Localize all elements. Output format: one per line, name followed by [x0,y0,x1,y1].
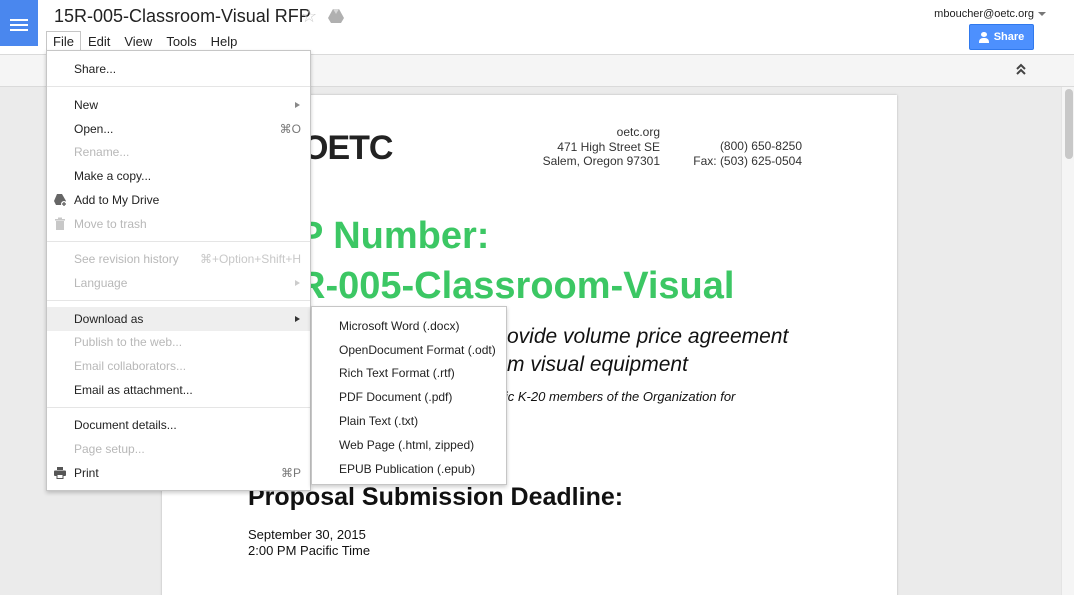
menu-item-new[interactable]: New [47,93,310,117]
download-docx[interactable]: Microsoft Word (.docx) [312,314,506,338]
menu-item-label: Email collaborators... [74,359,187,373]
menu-item-add-to-drive[interactable]: Add to My Drive [47,188,310,212]
menu-item-make-copy[interactable]: Make a copy... [47,164,310,188]
menu-item-move-to-trash: Move to trash [47,212,310,236]
rfp-heading-line1: P Number: [298,215,490,257]
menu-item-label: See revision history [74,252,179,266]
menu-item-open[interactable]: Open... ⌘O [47,117,310,141]
menu-tools[interactable]: Tools [159,31,203,51]
collapse-chevron-icon[interactable] [1015,63,1027,75]
share-button[interactable]: Share [969,24,1034,50]
vertical-scrollbar[interactable] [1061,87,1074,595]
menu-separator [47,407,310,408]
drive-folder-icon[interactable] [328,9,344,23]
body-text-line: lic K-20 members of the Organization for [502,389,736,404]
menu-item-download-as[interactable]: Download as [47,307,310,331]
menu-file[interactable]: File [46,31,81,51]
app-header: 15R-005-Classroom-Visual RFP ☆ File Edit… [0,0,1074,55]
download-odt[interactable]: OpenDocument Format (.odt) [312,338,506,362]
share-label: Share [993,31,1025,43]
star-icon[interactable]: ☆ [301,6,317,27]
menu-item-label: Document details... [74,418,177,432]
menu-item-label: Move to trash [74,217,147,231]
account-caret-icon[interactable] [1038,12,1046,16]
address-website: oetc.org [616,125,660,139]
menu-item-label: Email as attachment... [74,383,193,397]
menu-item-label: Make a copy... [74,169,152,183]
menu-item-print[interactable]: Print ⌘P [47,461,310,485]
menu-separator [47,300,310,301]
download-as-submenu: Microsoft Word (.docx) OpenDocument Form… [311,306,507,485]
menu-item-share[interactable]: Share... [47,57,310,81]
address-block: oetc.org 471 High Street SE Salem, Orego… [542,125,660,169]
menu-item-label: Rename... [74,145,130,159]
menu-edit[interactable]: Edit [81,31,117,51]
menu-item-email-collaborators: Email collaborators... [47,354,310,378]
trash-icon [55,217,65,230]
download-html[interactable]: Web Page (.html, zipped) [312,433,506,457]
shortcut-hint: ⌘O [279,122,301,136]
print-icon [54,467,66,479]
menu-separator [47,86,310,87]
rfp-heading-line2: R-005-Classroom-Visual [298,265,735,307]
menu-item-label: New [74,98,99,112]
menu-item-label: Language [74,276,128,290]
menu-bar: File Edit View Tools Help [46,31,244,51]
person-icon [978,31,989,43]
submenu-arrow-icon [295,102,300,108]
download-pdf[interactable]: PDF Document (.pdf) [312,385,506,409]
drive-add-icon [54,194,67,207]
menu-item-document-details[interactable]: Document details... [47,413,310,437]
submenu-arrow-icon [295,316,300,322]
menu-item-label: Add to My Drive [74,193,160,207]
menu-item-email-attachment[interactable]: Email as attachment... [47,378,310,402]
menu-item-label: Publish to the web... [74,335,183,349]
phone-block: (800) 650-8250 Fax: (503) 625-0504 [682,139,802,168]
subtitle-line1: ovide volume price agreement [507,325,789,348]
menu-item-label: Print [74,466,99,480]
menu-item-label: Page setup... [74,442,145,456]
menu-item-label: Share... [74,62,117,76]
deadline-time: 2:00 PM Pacific Time [248,543,371,558]
menu-item-language: Language [47,271,310,295]
phone-number: (800) 650-8250 [719,139,802,153]
menu-item-publish: Publish to the web... [47,330,310,354]
shortcut-hint: ⌘P [280,466,301,480]
scroll-thumb[interactable] [1065,89,1073,159]
menu-item-rename: Rename... [47,140,310,164]
download-rtf[interactable]: Rich Text Format (.rtf) [312,361,506,385]
address-city: Salem, Oregon 97301 [542,154,660,168]
user-account[interactable]: mboucher@oetc.org [934,8,1034,20]
file-menu-dropdown: Share... New Open... ⌘O Rename... Make a … [46,50,311,491]
menu-help[interactable]: Help [204,31,245,51]
download-epub[interactable]: EPUB Publication (.epub) [312,457,506,481]
menu-separator [47,241,310,242]
subtitle-line2: m visual equipment [507,353,688,376]
deadline-date: September 30, 2015 [248,527,366,542]
menu-view[interactable]: View [117,31,159,51]
address-street: 471 High Street SE [557,139,660,154]
menu-item-page-setup: Page setup... [47,437,310,461]
document-title[interactable]: 15R-005-Classroom-Visual RFP [54,6,311,27]
submenu-arrow-icon [295,280,300,286]
menu-item-label: Open... [74,122,114,136]
oetc-logo: OETC [302,129,393,167]
menu-item-label: Download as [74,312,144,326]
shortcut-hint: ⌘+Option+Shift+H [199,252,301,266]
fax-number: Fax: (503) 625-0504 [693,153,802,168]
docs-home-icon[interactable] [0,0,38,46]
menu-item-revision-history: See revision history ⌘+Option+Shift+H [47,247,310,271]
download-txt[interactable]: Plain Text (.txt) [312,409,506,433]
